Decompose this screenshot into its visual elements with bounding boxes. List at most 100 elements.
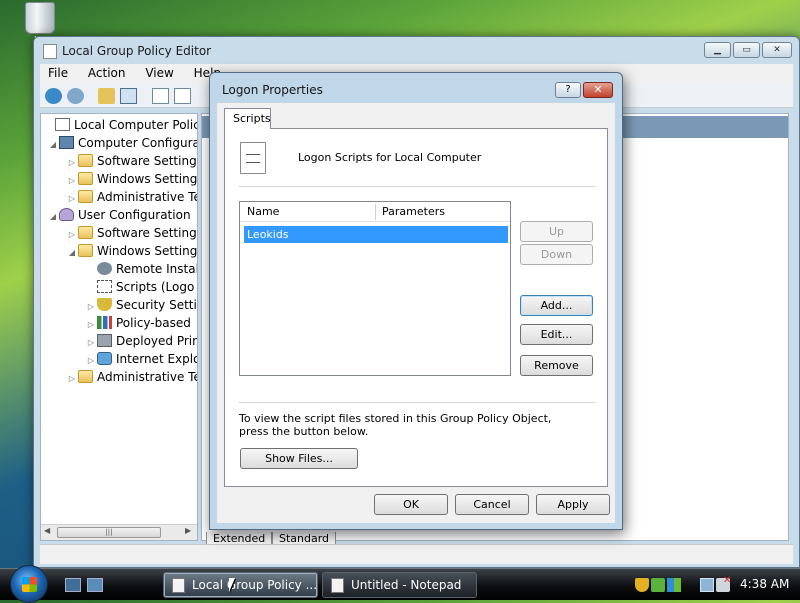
console-tree: Local Computer Policy ◢ Computer Configur… [40,113,198,541]
script-document-icon [240,142,266,174]
globe-icon [97,352,112,365]
column-header-name[interactable]: Name [247,205,279,218]
folder-icon [78,370,93,383]
tree-item[interactable]: ▷ Software Settings [66,224,198,242]
tree-item-label: Computer Configura [78,136,198,150]
apply-button[interactable]: Apply [536,494,610,515]
show-hide-tree-icon[interactable] [120,88,137,104]
mouse-cursor-icon [229,578,241,592]
tree-item-label: Software Settings [97,226,198,240]
users-icon [59,208,74,221]
app-icon [43,44,57,59]
title-bar[interactable]: Local Group Policy Editor ▁ ▭ ✕ [34,37,799,65]
logon-properties-dialog: Logon Properties ? ✕ Scripts Logon Scrip… [209,72,623,530]
taskbar-button-notepad[interactable]: Untitled - Notepad [322,572,477,598]
collapse-icon[interactable]: ◢ [47,208,59,226]
scroll-right-icon[interactable]: ▶ [185,526,191,535]
script-icon [97,280,112,293]
action-center-flag-icon[interactable] [667,578,681,592]
down-button[interactable]: Down [520,244,593,265]
ok-button[interactable]: OK [374,494,448,515]
window-title: Local Group Policy Editor [62,44,212,58]
security-shield-icon[interactable] [635,578,649,592]
dialog-title: Logon Properties [222,83,323,97]
script-name: Leokids [247,228,289,241]
cancel-button[interactable]: Cancel [455,494,529,515]
tree-item[interactable]: ◢ User Configuration [47,206,191,224]
collapse-icon[interactable]: ◢ [66,244,78,262]
export-list-icon[interactable] [152,88,169,104]
horizontal-scrollbar[interactable]: ◀ ||| ▶ [41,524,197,540]
volume-muted-icon[interactable] [716,575,731,592]
close-button[interactable]: ✕ [762,42,792,58]
scroll-left-icon[interactable]: ◀ [44,526,50,535]
edit-button[interactable]: Edit... [520,324,593,345]
tree-item[interactable]: ▷ Administrative Te [66,368,198,388]
menu-file[interactable]: File [40,64,76,82]
add-button[interactable]: Add... [520,295,593,316]
tree-item-label: User Configuration [78,208,191,222]
folder-icon [78,154,93,167]
up-button[interactable]: Up [520,221,593,242]
tree-item-label: Policy-based [116,316,191,330]
show-desktop-icon[interactable] [65,578,81,592]
taskbar-button-label: Local Group Policy ... [192,578,318,592]
column-divider[interactable] [375,204,376,220]
computer-icon [59,136,74,149]
gear-icon [97,262,112,275]
tree-item-label: Remote Instal [116,262,198,276]
dialog-body: Scripts Logon Scripts for Local Computer… [217,103,615,523]
shield-icon [97,298,112,311]
forward-arrow-icon[interactable] [67,88,84,104]
menu-action[interactable]: Action [80,64,134,82]
scripts-list[interactable]: Name Parameters Leokids [239,201,511,376]
tree-item[interactable]: ▷ Security Settin [85,296,197,314]
tree-item-label: Administrative Te [97,370,198,384]
column-header-parameters[interactable]: Parameters [382,205,445,218]
tree-item[interactable]: ◢ Windows Setting [66,242,197,260]
tree-item[interactable]: ◢ Computer Configura [47,134,198,154]
up-folder-icon[interactable] [98,88,115,104]
check-icon[interactable] [651,578,665,592]
network-icon[interactable] [700,578,714,592]
tree-item[interactable]: ▷ Windows Setting [66,170,197,188]
tree-item[interactable]: Remote Instal [85,260,198,278]
properties-icon[interactable] [174,88,191,104]
tree-item[interactable]: Scripts (Logo [85,278,194,296]
system-tray: 4:38 AM [632,569,800,601]
folder-icon [78,226,93,239]
tree-item-label: Administrative Te [97,190,198,204]
chart-icon [97,316,112,329]
show-files-button[interactable]: Show Files... [240,448,358,469]
scrollbar-thumb[interactable]: ||| [57,527,161,538]
close-button[interactable]: ✕ [583,82,613,98]
printer-icon [97,334,112,347]
info-text: To view the script files stored in this … [239,412,552,438]
folder-icon [78,190,93,203]
tree-item[interactable]: ▷ Internet Explo [85,350,197,368]
windows-logo-icon [22,577,37,592]
clock[interactable]: 4:38 AM [740,577,789,591]
switch-windows-icon[interactable] [87,578,103,592]
collapse-icon[interactable]: ◢ [47,136,59,154]
tree-item[interactable]: ▷ Administrative Te [66,188,198,206]
tree-item[interactable]: ▷ Deployed Prin [85,332,198,350]
list-item[interactable]: Leokids [244,226,508,243]
help-button[interactable]: ? [555,82,581,98]
minimize-button[interactable]: ▁ [704,42,731,58]
start-button[interactable] [10,565,48,603]
policy-doc-icon [55,118,70,131]
expand-icon[interactable]: ▷ [66,370,78,388]
folder-icon [78,172,93,185]
tree-item[interactable]: Local Computer Policy [43,116,197,134]
tab-scripts[interactable]: Scripts [224,108,271,129]
menu-view[interactable]: View [137,64,181,82]
tree-item-label: Deployed Prin [116,334,198,348]
list-header: Name Parameters [240,202,510,222]
scripts-tab-page: Logon Scripts for Local Computer Name Pa… [224,128,608,487]
maximize-button[interactable]: ▭ [733,42,760,58]
tree-item[interactable]: ▷ Policy-based [85,314,191,332]
remove-button[interactable]: Remove [520,355,593,376]
back-arrow-icon[interactable] [45,88,62,104]
tree-item[interactable]: ▷ Software Settings [66,152,197,170]
